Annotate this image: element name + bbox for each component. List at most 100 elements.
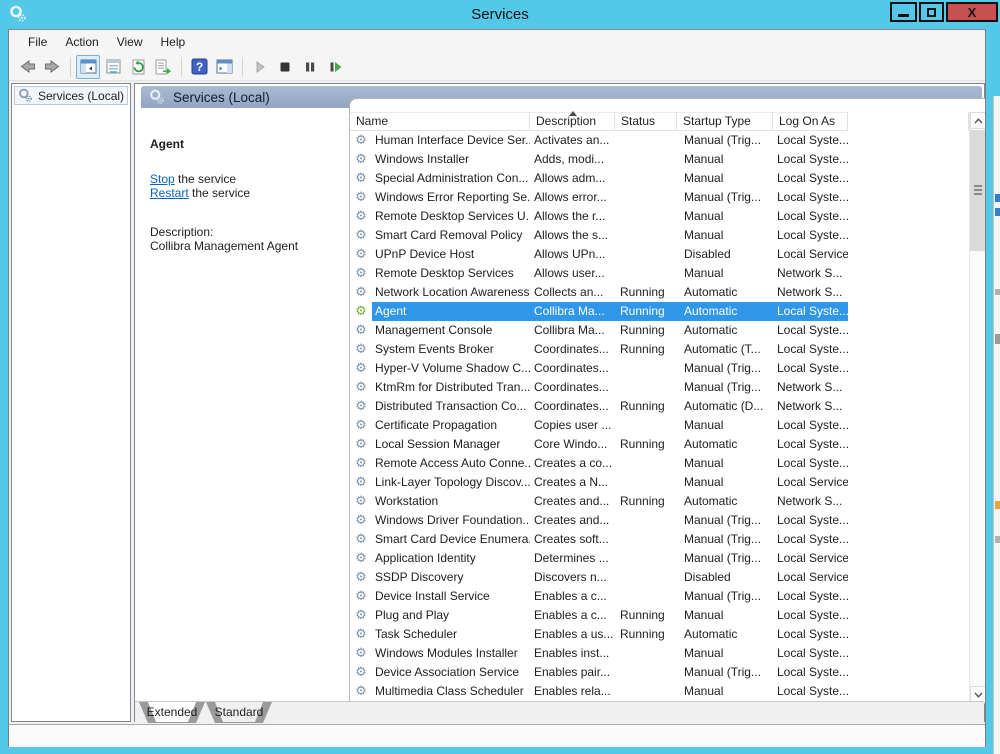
service-startup-type: Manual bbox=[677, 150, 773, 169]
menu-file[interactable]: File bbox=[19, 31, 56, 53]
service-name: Hyper-V Volume Shadow C... bbox=[372, 359, 530, 378]
service-row[interactable]: ⚙ Device Install Service Enables a c... … bbox=[350, 587, 969, 606]
refresh-button[interactable] bbox=[126, 55, 150, 79]
service-gear-icon: ⚙ bbox=[350, 682, 372, 701]
service-row[interactable]: ⚙ Link-Layer Topology Discov... Creates … bbox=[350, 473, 969, 492]
service-description: Core Windo... bbox=[530, 435, 615, 454]
service-row[interactable]: ⚙ SSDP Discovery Discovers n... Disabled… bbox=[350, 568, 969, 587]
service-row[interactable]: ⚙ Certificate Propagation Copies user ..… bbox=[350, 416, 969, 435]
scrollbar-thumb[interactable] bbox=[970, 130, 985, 251]
service-row[interactable]: ⚙ Special Administration Con... Allows a… bbox=[350, 169, 969, 188]
service-gear-icon: ⚙ bbox=[350, 131, 372, 150]
service-startup-type: Automatic bbox=[677, 302, 773, 321]
menu-action[interactable]: Action bbox=[56, 31, 107, 53]
service-name: Special Administration Con... bbox=[372, 169, 530, 188]
column-header-status[interactable]: Status bbox=[615, 112, 677, 131]
vertical-scrollbar[interactable] bbox=[969, 112, 985, 703]
title-bar[interactable]: Services X bbox=[0, 0, 1000, 29]
scroll-up-button[interactable] bbox=[970, 112, 985, 129]
service-row[interactable]: ⚙ Smart Card Removal Policy Allows the s… bbox=[350, 226, 969, 245]
service-name: Workstation bbox=[372, 492, 530, 511]
service-row[interactable]: ⚙ Distributed Transaction Co... Coordina… bbox=[350, 397, 969, 416]
service-row[interactable]: ⚙ Application Identity Determines ... Ma… bbox=[350, 549, 969, 568]
forward-button[interactable] bbox=[40, 55, 64, 79]
service-row[interactable]: ⚙ Windows Driver Foundation... Creates a… bbox=[350, 511, 969, 530]
service-row[interactable]: ⚙ KtmRm for Distributed Tran... Coordina… bbox=[350, 378, 969, 397]
service-log-on-as: Local Syste... bbox=[773, 511, 848, 530]
stop-service-button[interactable] bbox=[273, 55, 297, 79]
tab-standard[interactable]: Standard bbox=[206, 702, 272, 723]
service-gear-icon: ⚙ bbox=[350, 587, 372, 606]
service-gear-icon: ⚙ bbox=[350, 378, 372, 397]
service-row[interactable]: ⚙ Plug and Play Enables a c... Running M… bbox=[350, 606, 969, 625]
menu-view[interactable]: View bbox=[108, 31, 152, 53]
start-service-button[interactable] bbox=[248, 55, 272, 79]
export-list-button[interactable] bbox=[151, 55, 175, 79]
restart-service-button[interactable] bbox=[323, 55, 347, 79]
service-row-cells: Device Association Service Enables pair.… bbox=[372, 663, 848, 682]
service-description: Coordinates... bbox=[530, 340, 615, 359]
back-button[interactable] bbox=[15, 55, 39, 79]
pause-icon bbox=[303, 60, 317, 74]
service-row[interactable]: ⚙ Device Association Service Enables pai… bbox=[350, 663, 969, 682]
maximize-button[interactable] bbox=[919, 2, 944, 22]
tree-item-services-local[interactable]: Services (Local) bbox=[14, 86, 128, 105]
service-log-on-as: Local Syste... bbox=[773, 340, 848, 359]
service-row[interactable]: ⚙ Windows Installer Adds, modi... Manual… bbox=[350, 150, 969, 169]
service-row[interactable]: ⚙ Network Location Awareness Collects an… bbox=[350, 283, 969, 302]
show-console-tree-button[interactable] bbox=[76, 55, 100, 79]
service-gear-icon: ⚙ bbox=[350, 169, 372, 188]
service-row[interactable]: ⚙ Windows Error Reporting Se... Allows e… bbox=[350, 188, 969, 207]
service-row[interactable]: ⚙ Local Session Manager Core Windo... Ru… bbox=[350, 435, 969, 454]
main-area: Services (Local) Services (Local) Agent bbox=[9, 81, 985, 724]
service-row[interactable]: ⚙ Agent Collibra Ma... Running Automatic… bbox=[350, 302, 969, 321]
service-row-cells: Device Install Service Enables a c... Ma… bbox=[372, 587, 848, 606]
toolbar-separator bbox=[181, 57, 182, 77]
properties-button[interactable] bbox=[101, 55, 125, 79]
service-gear-icon: ⚙ bbox=[350, 264, 372, 283]
service-row[interactable]: ⚙ Workstation Creates and... Running Aut… bbox=[350, 492, 969, 511]
column-header-startup-type[interactable]: Startup Type bbox=[677, 112, 773, 131]
service-row-cells: KtmRm for Distributed Tran... Coordinate… bbox=[372, 378, 848, 397]
service-startup-type: Automatic bbox=[677, 435, 773, 454]
service-row[interactable]: ⚙ System Events Broker Coordinates... Ru… bbox=[350, 340, 969, 359]
column-header-log-on-as[interactable]: Log On As bbox=[773, 112, 848, 131]
service-name: Agent bbox=[372, 302, 530, 321]
service-row[interactable]: ⚙ Smart Card Device Enumera... Creates s… bbox=[350, 530, 969, 549]
service-gear-icon: ⚙ bbox=[350, 302, 372, 321]
pause-service-button[interactable] bbox=[298, 55, 322, 79]
tab-extended[interactable]: Extended bbox=[139, 702, 205, 723]
service-description: Coordinates... bbox=[530, 359, 615, 378]
service-gear-icon: ⚙ bbox=[350, 492, 372, 511]
service-row[interactable]: ⚙ Task Scheduler Enables a us... Running… bbox=[350, 625, 969, 644]
close-button[interactable]: X bbox=[946, 2, 998, 22]
refresh-icon bbox=[130, 59, 147, 75]
menu-help[interactable]: Help bbox=[152, 31, 195, 53]
service-startup-type: Manual bbox=[677, 606, 773, 625]
service-name: Remote Desktop Services bbox=[372, 264, 530, 283]
service-row[interactable]: ⚙ Multimedia Class Scheduler Enables rel… bbox=[350, 682, 969, 701]
column-header-name[interactable]: Name bbox=[350, 112, 530, 131]
stop-service-link[interactable]: Stop bbox=[150, 172, 175, 186]
service-name: Certificate Propagation bbox=[372, 416, 530, 435]
service-startup-type: Manual bbox=[677, 473, 773, 492]
service-row[interactable]: ⚙ Remote Desktop Services U... Allows th… bbox=[350, 207, 969, 226]
service-row[interactable]: ⚙ UPnP Device Host Allows UPn... Disable… bbox=[350, 245, 969, 264]
service-row[interactable]: ⚙ Remote Desktop Services Allows user...… bbox=[350, 264, 969, 283]
service-status: Running bbox=[615, 302, 677, 321]
service-row[interactable]: ⚙ Human Interface Device Ser... Activate… bbox=[350, 131, 969, 150]
show-action-pane-button[interactable] bbox=[212, 55, 236, 79]
menu-bar: File Action View Help bbox=[9, 31, 985, 53]
service-log-on-as: Network S... bbox=[773, 397, 848, 416]
restart-service-link[interactable]: Restart bbox=[150, 186, 189, 200]
service-row-cells: Remote Access Auto Conne... Creates a co… bbox=[372, 454, 848, 473]
service-row[interactable]: ⚙ Remote Access Auto Conne... Creates a … bbox=[350, 454, 969, 473]
service-row[interactable]: ⚙ Windows Modules Installer Enables inst… bbox=[350, 644, 969, 663]
help-button[interactable]: ? bbox=[187, 55, 211, 79]
service-row[interactable]: ⚙ Management Console Collibra Ma... Runn… bbox=[350, 321, 969, 340]
service-startup-type: Disabled bbox=[677, 245, 773, 264]
service-row[interactable]: ⚙ Hyper-V Volume Shadow C... Coordinates… bbox=[350, 359, 969, 378]
service-startup-type: Manual (Trig... bbox=[677, 530, 773, 549]
service-row-cells: Agent Collibra Ma... Running Automatic L… bbox=[372, 302, 848, 321]
minimize-button[interactable] bbox=[890, 2, 917, 22]
